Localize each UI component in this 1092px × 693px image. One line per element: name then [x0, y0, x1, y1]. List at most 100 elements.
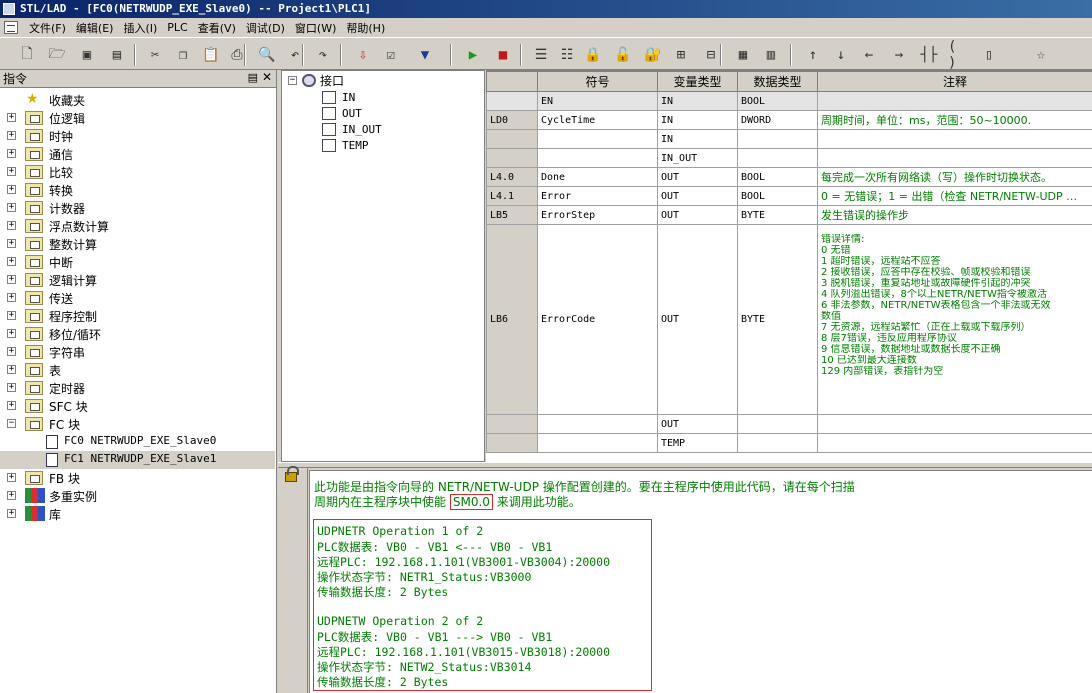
table-row[interactable]: LB5 ErrorStep OUT BYTE 发生错误的操作步	[486, 205, 1092, 225]
vartype-cell[interactable]: IN	[657, 91, 738, 111]
comment-cell[interactable]	[817, 433, 1092, 453]
comment-header[interactable]: 注释	[817, 71, 1092, 92]
datatype-cell[interactable]	[737, 148, 818, 168]
expand-icon[interactable]: +	[7, 239, 16, 248]
symbol-cell[interactable]	[537, 414, 658, 434]
symbol-cell[interactable]: EN	[537, 91, 658, 111]
close-icon[interactable]: ✕	[262, 70, 272, 84]
download-arrow-icon[interactable]: ▼	[414, 44, 436, 66]
datatype-cell[interactable]: BOOL	[737, 167, 818, 187]
stop-icon[interactable]: ■	[492, 44, 514, 66]
tree-item[interactable]: + 比较	[0, 163, 275, 181]
pin-icon[interactable]: ▤	[248, 71, 258, 84]
table-row[interactable]: TEMP	[486, 433, 1092, 453]
table-row[interactable]: LD0 CycleTime IN DWORD 周期时间，单位：ms，范围：50~1000…	[486, 110, 1092, 130]
comment-cell[interactable]	[817, 148, 1092, 168]
expand-icon[interactable]: +	[7, 275, 16, 284]
table-row[interactable]: OUT	[486, 414, 1092, 434]
status-table-icon[interactable]: ☷	[556, 44, 578, 66]
expand-icon[interactable]: +	[7, 167, 16, 176]
vartype-cell[interactable]: IN_OUT	[657, 148, 738, 168]
expand-icon[interactable]: +	[7, 113, 16, 122]
table-row[interactable]: IN_OUT	[486, 148, 1092, 168]
collapse-icon[interactable]: −	[7, 419, 16, 428]
symbol-table-icon[interactable]: ▦	[732, 44, 754, 66]
new-file-icon[interactable]: 🗋	[16, 44, 38, 66]
menu-plc[interactable]: PLC	[162, 21, 192, 34]
interface-node-in[interactable]: IN	[322, 89, 355, 105]
table-row[interactable]: LB6 ErrorCode OUT BYTE 错误详情: 0 无错 1 超时错误，远程站不应…	[486, 224, 1092, 415]
expand-icon[interactable]: +	[7, 383, 16, 392]
copy-icon[interactable]: ❐	[172, 44, 194, 66]
tree-item[interactable]: + 传送	[0, 289, 275, 307]
comment-cell[interactable]: 0 = 无错误；1 = 出错（检查 NETR/NETW-UDP …	[817, 186, 1092, 206]
tree-item[interactable]: − FC 块	[0, 415, 275, 433]
table-row[interactable]: L4.0 Done OUT BOOL 每完成一次所有网络读（写）操作时切换状态。	[486, 167, 1092, 187]
interface-node-in-out[interactable]: IN_OUT	[322, 121, 382, 137]
symbol-cell[interactable]	[537, 433, 658, 453]
datatype-cell[interactable]: BOOL	[737, 91, 818, 111]
cut-icon[interactable]: ✂	[144, 44, 166, 66]
expand-icon[interactable]: +	[7, 149, 16, 158]
tree-item[interactable]: + 多重实例	[0, 487, 275, 505]
expand-icon[interactable]: +	[7, 293, 16, 302]
coil-icon[interactable]: ( )	[948, 39, 970, 71]
tree-item[interactable]: + SFC 块	[0, 397, 275, 415]
tree-item[interactable]: + 时钟	[0, 127, 275, 145]
interface-node-temp[interactable]: TEMP	[322, 137, 369, 153]
comment-cell[interactable]: 发生错误的操作步	[817, 205, 1092, 225]
menu-debug[interactable]: 调试(D)	[241, 20, 290, 36]
redo-icon[interactable]: ↷	[312, 44, 334, 66]
expand-icon[interactable]: +	[7, 257, 16, 266]
expand-icon[interactable]: +	[7, 401, 16, 410]
datatype-cell[interactable]: BOOL	[737, 186, 818, 206]
run-icon[interactable]: ▶	[462, 44, 484, 66]
download-icon[interactable]: ⇩	[352, 44, 374, 66]
tree-item[interactable]: + 位逻辑	[0, 109, 275, 127]
tree-item[interactable]: ★ 收藏夹	[0, 91, 275, 109]
vartype-cell[interactable]: OUT	[657, 414, 738, 434]
comment-cell[interactable]	[817, 414, 1092, 434]
expand-icon[interactable]: +	[7, 203, 16, 212]
expand-icon[interactable]: +	[7, 221, 16, 230]
tree-item[interactable]: + 表	[0, 361, 275, 379]
tree-item[interactable]: + 计数器	[0, 199, 275, 217]
datatype-cell[interactable]: BYTE	[737, 224, 818, 415]
menu-edit[interactable]: 编辑(E)	[71, 20, 119, 36]
tree-item[interactable]: FC1 NETRWUDP_EXE_Slave1	[0, 451, 275, 469]
contact-icon[interactable]: ┤├	[918, 44, 940, 66]
wire-left-icon[interactable]: ←	[858, 44, 880, 66]
datatype-cell[interactable]	[737, 414, 818, 434]
menu-view[interactable]: 查看(V)	[193, 20, 241, 36]
protect-icon[interactable]: 🔐	[642, 44, 664, 66]
tree-item[interactable]: + 字符串	[0, 343, 275, 361]
star-icon[interactable]: ☆	[1030, 44, 1052, 66]
expand-icon[interactable]: +	[7, 347, 16, 356]
unlock-icon[interactable]: 🔓	[612, 44, 634, 66]
tree-item[interactable]: + 定时器	[0, 379, 275, 397]
tree-item[interactable]: + 整数计算	[0, 235, 275, 253]
datatype-cell[interactable]	[737, 129, 818, 149]
comment-cell[interactable]: 每完成一次所有网络读（写）操作时切换状态。	[817, 167, 1092, 187]
contact-down-icon[interactable]: ↓	[830, 44, 852, 66]
tree-item[interactable]: + 转换	[0, 181, 275, 199]
vartype-cell[interactable]: TEMP	[657, 433, 738, 453]
datatype-cell[interactable]: BYTE	[737, 205, 818, 225]
vartype-cell[interactable]: OUT	[657, 205, 738, 225]
expand-icon[interactable]: +	[7, 491, 16, 500]
save-icon[interactable]: ▣	[76, 44, 98, 66]
data-block-icon[interactable]: ▥	[760, 44, 782, 66]
expand-icon[interactable]: +	[7, 311, 16, 320]
expand-icon[interactable]: +	[7, 131, 16, 140]
vartype-cell[interactable]: OUT	[657, 186, 738, 206]
vartype-header[interactable]: 变量类型	[657, 71, 738, 92]
tree-item[interactable]: + 程序控制	[0, 307, 275, 325]
comment-cell[interactable]	[817, 91, 1092, 111]
datatype-cell[interactable]: DWORD	[737, 110, 818, 130]
menu-window[interactable]: 窗口(W)	[290, 20, 341, 36]
expand-icon[interactable]: +	[7, 329, 16, 338]
interface-node-out[interactable]: OUT	[322, 105, 362, 121]
tree-item[interactable]: + FB 块	[0, 469, 275, 487]
tree-item[interactable]: + 库	[0, 505, 275, 523]
table-row[interactable]: EN IN BOOL	[486, 91, 1092, 111]
